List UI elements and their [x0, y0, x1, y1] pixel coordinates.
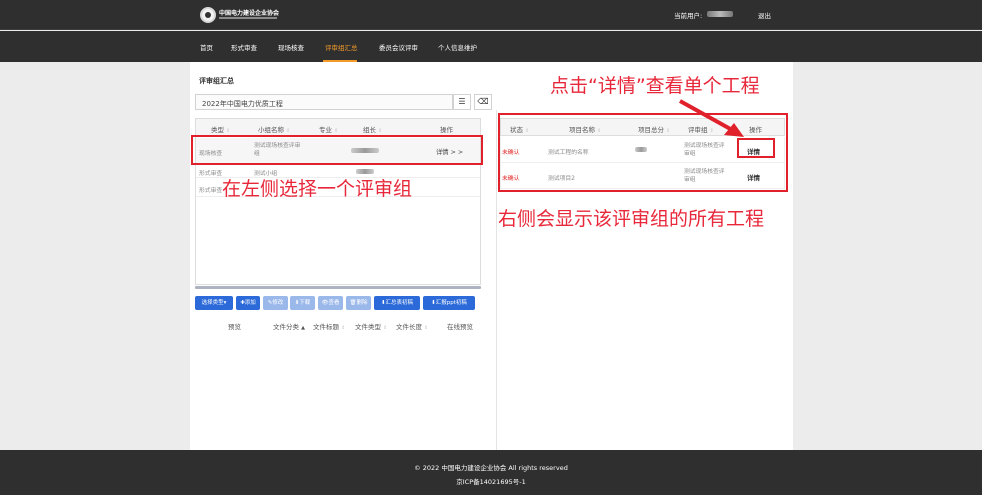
annotation-arrow: [679, 99, 744, 137]
row-type: 形式审查: [199, 188, 223, 194]
menu-icon[interactable]: ☰: [453, 94, 471, 110]
download-button[interactable]: ⬇下载: [290, 296, 315, 310]
nav-committee-review[interactable]: 委员会议评审: [379, 42, 418, 52]
current-user-name: [707, 11, 733, 17]
col-file-length[interactable]: 文件长度 ⇕: [396, 321, 428, 331]
col-specialty[interactable]: 专业 ⇕: [319, 124, 338, 134]
add-button[interactable]: ✚添加: [236, 296, 260, 310]
horizontal-scrollbar[interactable]: [195, 286, 481, 289]
col-file-title[interactable]: 文件标题 ⇕: [313, 321, 345, 331]
col-group-name[interactable]: 小组名称 ⇕: [258, 124, 290, 134]
clear-icon[interactable]: ⌫: [474, 94, 492, 110]
summary-draft-button[interactable]: ⬇汇总表初稿: [374, 296, 420, 310]
footer: © 2022 中国电力建设企业协会 All rights reserved 京I…: [0, 450, 982, 495]
annotation-select-group: 在左侧选择一个评审组: [222, 178, 413, 200]
nav-personal-info[interactable]: 个人信息维护: [438, 42, 477, 52]
view-button[interactable]: 👁查看: [318, 296, 343, 310]
col-action: 操作: [440, 126, 453, 134]
nav-site-inspection[interactable]: 现场核查: [278, 42, 304, 52]
association-logo: [200, 7, 216, 23]
col-leader[interactable]: 组长 ⇕: [363, 124, 382, 134]
brand-subtitle: [219, 17, 277, 19]
copyright-text: © 2022 中国电力建设企业协会 All rights reserved: [414, 464, 568, 472]
left-highlight-box: [191, 135, 483, 165]
row-type: 形式审查: [199, 171, 223, 177]
page-title: 评审组汇总: [199, 77, 234, 85]
col-type[interactable]: 类型 ⇕: [211, 124, 230, 134]
current-user-label: 当前用户:: [674, 12, 703, 20]
col-online-preview: 在线预览: [447, 323, 473, 331]
nav-review-summary[interactable]: 评审组汇总: [325, 42, 358, 52]
delete-button[interactable]: 🗑删除: [346, 296, 371, 310]
col-preview: 预览: [228, 323, 241, 331]
icp-link[interactable]: 京ICP备14021695号-1: [0, 476, 982, 486]
nav-home[interactable]: 首页: [200, 42, 213, 52]
ppt-draft-button[interactable]: ⬇汇报ppt初稿: [423, 296, 475, 310]
brand-name: 中国电力建设企业协会: [219, 10, 280, 17]
annotation-show-projects: 右侧会显示该评审组的所有工程: [498, 208, 765, 230]
top-header: 中国电力建设企业协会 当前用户: 退出: [0, 0, 982, 30]
project-select[interactable]: 2022年中国电力优质工程: [195, 94, 453, 110]
logout-link[interactable]: 退出: [758, 10, 771, 20]
annotation-click-detail: 点击“详情”查看单个工程: [550, 75, 760, 97]
edit-button[interactable]: ✎修改: [263, 296, 288, 310]
col-file-category[interactable]: 文件分类 ▲: [273, 321, 305, 331]
nav-formal-review[interactable]: 形式审查: [231, 42, 257, 52]
col-file-type[interactable]: 文件类型 ⇕: [355, 321, 387, 331]
select-type-dropdown[interactable]: 选择类型▾: [195, 296, 233, 310]
main-nav: 首页 形式审查 现场核查 评审组汇总 委员会议评审 个人信息维护: [0, 31, 982, 62]
